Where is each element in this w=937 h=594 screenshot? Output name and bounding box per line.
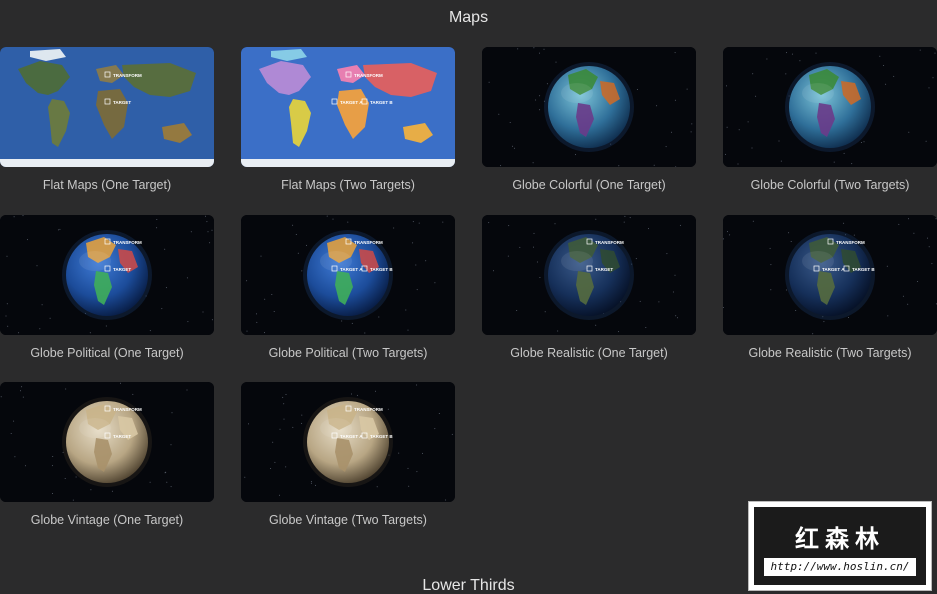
svg-text:TRANSFORM: TRANSFORM: [113, 407, 142, 412]
svg-text:TRANSFORM: TRANSFORM: [354, 240, 383, 245]
template-thumbnail[interactable]: TRANSFORM TARGET: [0, 382, 214, 502]
thumbnail-image: TRANSFORM TARGET A TARGET B: [241, 215, 455, 335]
svg-text:TARGET B: TARGET B: [370, 434, 393, 439]
watermark-inner: 红森林 http://www.hoslin.cn/: [754, 507, 926, 585]
template-tile[interactable]: TRANSFORM TARGET Globe Realistic (One Targ…: [482, 215, 696, 365]
svg-text:TARGET: TARGET: [113, 267, 131, 272]
svg-text:TRANSFORM: TRANSFORM: [354, 73, 383, 78]
thumb-label-target-a: TARGET A: [331, 432, 363, 439]
svg-text:TARGET B: TARGET B: [370, 100, 393, 105]
thumbnail-image: TRANSFORM TARGET A TARGET B: [241, 47, 455, 167]
svg-text:TARGET: TARGET: [595, 267, 613, 272]
thumbnail-image: TRANSFORM TARGET A TARGET B: [241, 382, 455, 502]
template-caption: Globe Realistic (Two Targets): [748, 346, 912, 360]
thumb-label-target-a: TARGET A: [813, 265, 845, 272]
thumb-label-target-b: TARGET B: [361, 98, 393, 105]
svg-text:TRANSFORM: TRANSFORM: [113, 240, 142, 245]
template-tile[interactable]: TRANSFORM TARGET A TARGET B Globe Political…: [241, 215, 455, 365]
thumbnail-image: TRANSFORM TARGET A TARGET B: [723, 215, 937, 335]
thumbnail-image: TRANSFORM TARGET: [0, 215, 214, 335]
svg-text:TRANSFORM: TRANSFORM: [595, 240, 624, 245]
template-tile[interactable]: Globe Colorful (Two Targets): [723, 47, 937, 197]
template-thumbnail[interactable]: TRANSFORM TARGET: [0, 47, 214, 167]
template-tile[interactable]: TRANSFORM TARGET A TARGET B Globe Vintage (…: [241, 382, 455, 532]
thumb-label-target-b: TARGET B: [361, 265, 393, 272]
template-tile[interactable]: Globe Colorful (One Target): [482, 47, 696, 197]
template-caption: Flat Maps (One Target): [42, 178, 172, 192]
template-tile[interactable]: TRANSFORM TARGET A TARGET B Flat Maps (Two …: [241, 47, 455, 197]
svg-text:TARGET A: TARGET A: [822, 267, 845, 272]
thumb-label-target-a: TARGET A: [331, 265, 363, 272]
template-caption: Flat Maps (Two Targets): [281, 178, 415, 192]
template-caption: Globe Colorful (Two Targets): [750, 178, 910, 192]
template-thumbnail[interactable]: TRANSFORM TARGET A TARGET B: [241, 215, 455, 335]
template-caption: Globe Vintage (Two Targets): [269, 513, 427, 527]
template-tile[interactable]: TRANSFORM TARGET Globe Political (One Targ…: [0, 215, 214, 365]
template-caption: Globe Vintage (One Target): [30, 513, 184, 527]
template-tile[interactable]: TRANSFORM TARGET A TARGET B Globe Realistic…: [723, 215, 937, 365]
template-tile[interactable]: TRANSFORM TARGET Globe Vintage (One Target…: [0, 382, 214, 532]
template-browser: Maps TRANSFORM TARGET Flat Maps (One Targe…: [0, 0, 937, 594]
thumbnail-image: [723, 47, 937, 167]
watermark-logo: 红森林 http://www.hoslin.cn/: [748, 501, 932, 591]
thumb-label-target-b: TARGET B: [843, 265, 875, 272]
thumb-label-target-a: TARGET A: [331, 98, 363, 105]
svg-text:TARGET: TARGET: [113, 100, 131, 105]
template-thumbnail[interactable]: TRANSFORM TARGET A TARGET B: [241, 382, 455, 502]
template-thumbnail[interactable]: TRANSFORM TARGET A TARGET B: [723, 215, 937, 335]
template-caption: Globe Political (One Target): [30, 346, 184, 360]
svg-text:TARGET A: TARGET A: [340, 434, 363, 439]
thumbnail-image: [482, 47, 696, 167]
svg-text:TRANSFORM: TRANSFORM: [354, 407, 383, 412]
watermark-url: http://www.hoslin.cn/: [764, 558, 916, 576]
svg-text:TRANSFORM: TRANSFORM: [836, 240, 865, 245]
svg-text:TARGET A: TARGET A: [340, 100, 363, 105]
svg-text:TRANSFORM: TRANSFORM: [113, 73, 142, 78]
template-caption: Globe Realistic (One Target): [510, 346, 668, 360]
section-title-maps: Maps: [448, 9, 489, 26]
template-thumbnail[interactable]: TRANSFORM TARGET: [0, 215, 214, 335]
template-caption: Globe Political (Two Targets): [268, 346, 428, 360]
thumbnail-image: TRANSFORM TARGET: [0, 47, 214, 167]
template-thumbnail[interactable]: [482, 47, 696, 167]
thumb-label-target-b: TARGET B: [361, 432, 393, 439]
svg-text:TARGET B: TARGET B: [370, 267, 393, 272]
template-thumbnail[interactable]: TRANSFORM TARGET: [482, 215, 696, 335]
template-caption: Globe Colorful (One Target): [512, 178, 666, 192]
svg-text:TARGET B: TARGET B: [852, 267, 875, 272]
template-thumbnail[interactable]: TRANSFORM TARGET A TARGET B: [241, 47, 455, 167]
svg-text:TARGET: TARGET: [113, 434, 131, 439]
watermark-title: 红森林: [795, 526, 885, 553]
thumbnail-image: TRANSFORM TARGET: [0, 382, 214, 502]
svg-text:TARGET A: TARGET A: [340, 267, 363, 272]
template-tile[interactable]: TRANSFORM TARGET Flat Maps (One Target): [0, 47, 214, 197]
thumbnail-image: TRANSFORM TARGET: [482, 215, 696, 335]
template-thumbnail[interactable]: [723, 47, 937, 167]
